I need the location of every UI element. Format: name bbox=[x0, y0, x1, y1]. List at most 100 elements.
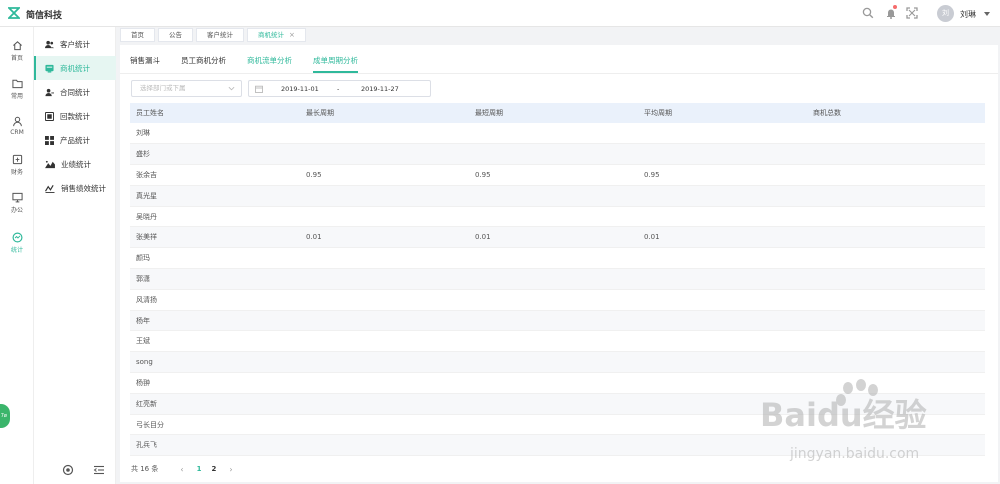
tab-label: 首页 bbox=[131, 31, 144, 39]
sidebar-item-payment[interactable]: 回款统计 bbox=[34, 104, 116, 128]
date-start[interactable]: 2019-11-01 bbox=[281, 85, 319, 93]
table-cell bbox=[638, 206, 807, 228]
col-shortest-cycle: 最短周期 bbox=[469, 103, 638, 123]
table-cell bbox=[638, 351, 807, 374]
table-cell: 风清扬 bbox=[130, 289, 300, 311]
table-cell bbox=[469, 414, 638, 436]
tab-customer-stats[interactable]: 客户统计 bbox=[196, 28, 244, 42]
table-cell bbox=[469, 310, 638, 332]
table-cell bbox=[300, 268, 469, 290]
tab-label: 商机统计 bbox=[258, 31, 284, 39]
table-cell bbox=[638, 289, 807, 311]
table-cell bbox=[469, 351, 638, 374]
sidebar-item-label: 业绩统计 bbox=[61, 159, 91, 169]
table-cell: 真光星 bbox=[130, 185, 300, 207]
table-cell bbox=[300, 206, 469, 228]
table-cell bbox=[300, 330, 469, 353]
tab-home[interactable]: 首页 bbox=[120, 28, 155, 42]
table-cell bbox=[469, 185, 638, 207]
tab-opportunity-stats[interactable]: 商机统计 × bbox=[247, 28, 306, 42]
sidebar-item-performance[interactable]: 业绩统计 bbox=[34, 152, 116, 176]
settings-icon[interactable] bbox=[62, 464, 74, 476]
table-cell: 吴晓丹 bbox=[130, 206, 300, 228]
sidebar-item-product[interactable]: 产品统计 bbox=[34, 128, 116, 152]
payment-icon bbox=[45, 111, 54, 121]
table-cell bbox=[638, 330, 807, 353]
user-menu-caret-icon[interactable] bbox=[984, 12, 990, 16]
table-cell bbox=[638, 247, 807, 270]
page-2[interactable]: 2 bbox=[211, 465, 216, 473]
table-cell: 孔兵飞 bbox=[130, 434, 300, 457]
next-page-icon[interactable]: › bbox=[229, 465, 232, 474]
subtab-sales-funnel[interactable]: 销售漏斗 bbox=[130, 55, 160, 73]
tab-notice[interactable]: 公告 bbox=[158, 28, 193, 42]
user-name[interactable]: 刘琳 bbox=[960, 9, 976, 20]
subtab-lost-analysis[interactable]: 商机流单分析 bbox=[247, 55, 292, 73]
sidebar-item-contract[interactable]: 合同统计 bbox=[34, 80, 116, 104]
dept-select[interactable]: 选择部门或下属 bbox=[131, 80, 242, 97]
prev-page-icon[interactable]: ‹ bbox=[180, 465, 183, 474]
table-cell: 杨年 bbox=[130, 310, 300, 332]
close-icon[interactable]: × bbox=[289, 29, 295, 41]
rail-item-office[interactable]: 办公 bbox=[0, 192, 34, 228]
table-cell bbox=[807, 289, 985, 311]
statistics-icon bbox=[12, 232, 22, 243]
total-count: 共 16 条 bbox=[131, 465, 159, 473]
table-row: 王斌 bbox=[130, 330, 985, 353]
subtab-cycle-analysis[interactable]: 成单周期分析 bbox=[313, 55, 358, 73]
date-range-picker[interactable]: 2019-11-01 - 2019-11-27 bbox=[248, 80, 431, 97]
calendar-icon bbox=[255, 85, 263, 93]
table-header-row: 员工姓名 最长周期 最短周期 平均周期 商机总数 bbox=[130, 103, 985, 123]
table-cell: 盛杉 bbox=[130, 143, 300, 166]
rail-item-crm[interactable]: CRM bbox=[0, 116, 34, 152]
table-cell: 颜玛 bbox=[130, 247, 300, 270]
table-cell bbox=[469, 143, 638, 166]
fullscreen-icon[interactable] bbox=[906, 7, 918, 19]
product-icon bbox=[45, 135, 54, 145]
table-cell bbox=[807, 330, 985, 353]
rail-item-finance[interactable]: 财务 bbox=[0, 154, 34, 190]
table-row: 风清扬 bbox=[130, 289, 985, 311]
table-cell bbox=[469, 289, 638, 311]
rail-item-common[interactable]: 常用 bbox=[0, 78, 34, 114]
sales-kpi-icon bbox=[45, 184, 55, 193]
rail-item-home[interactable]: 首页 bbox=[0, 40, 34, 76]
table-cell bbox=[469, 206, 638, 228]
top-bar: 简信科技 刘 刘琳 bbox=[0, 0, 1000, 27]
table-cell: 0.95 bbox=[469, 164, 638, 186]
baidu-watermark: Baidu经验 jingyan.baidu.com bbox=[760, 379, 927, 462]
table-cell bbox=[807, 351, 985, 374]
table-cell bbox=[638, 310, 807, 332]
table-cell: 张美祥 bbox=[130, 226, 300, 249]
table-cell bbox=[469, 123, 638, 145]
table-cell bbox=[300, 247, 469, 270]
date-end[interactable]: 2019-11-27 bbox=[361, 85, 399, 93]
table-cell bbox=[469, 268, 638, 290]
sidebar-item-sales-kpi[interactable]: 销售绩效统计 bbox=[34, 176, 116, 200]
table-cell bbox=[807, 164, 985, 186]
table-cell bbox=[300, 351, 469, 374]
table-cell: 0.95 bbox=[300, 164, 469, 186]
table-cell: 0.01 bbox=[638, 226, 807, 249]
collapse-menu-icon[interactable] bbox=[93, 464, 105, 476]
table-cell bbox=[807, 310, 985, 332]
sidebar-item-label: 销售绩效统计 bbox=[61, 183, 106, 193]
sidebar-item-opportunity[interactable]: 商机统计 bbox=[34, 56, 116, 80]
table-row: 吴晓丹 bbox=[130, 206, 985, 228]
col-opportunity-total: 商机总数 bbox=[807, 103, 985, 123]
table-cell bbox=[300, 434, 469, 457]
table-row: song bbox=[130, 351, 985, 374]
rail-label: CRM bbox=[10, 129, 24, 136]
table-row: 真光星 bbox=[130, 185, 985, 207]
pagination: 共 16 条 ‹ 1 2 › bbox=[131, 464, 241, 474]
avatar[interactable]: 刘 bbox=[937, 5, 954, 22]
rail-item-statistics[interactable]: 统计 bbox=[0, 232, 34, 268]
stats-sidebar: 客户统计 商机统计 合同统计 回款统计 产品统计 业绩统计 销售绩效统计 bbox=[34, 27, 116, 484]
tab-label: 公告 bbox=[169, 31, 182, 39]
subtab-employee-analysis[interactable]: 员工商机分析 bbox=[181, 55, 226, 73]
chevron-down-icon bbox=[228, 86, 235, 91]
dept-placeholder: 选择部门或下属 bbox=[140, 84, 186, 92]
page-1[interactable]: 1 bbox=[197, 465, 202, 473]
search-icon[interactable] bbox=[862, 7, 874, 19]
sidebar-item-customers[interactable]: 客户统计 bbox=[34, 32, 116, 56]
